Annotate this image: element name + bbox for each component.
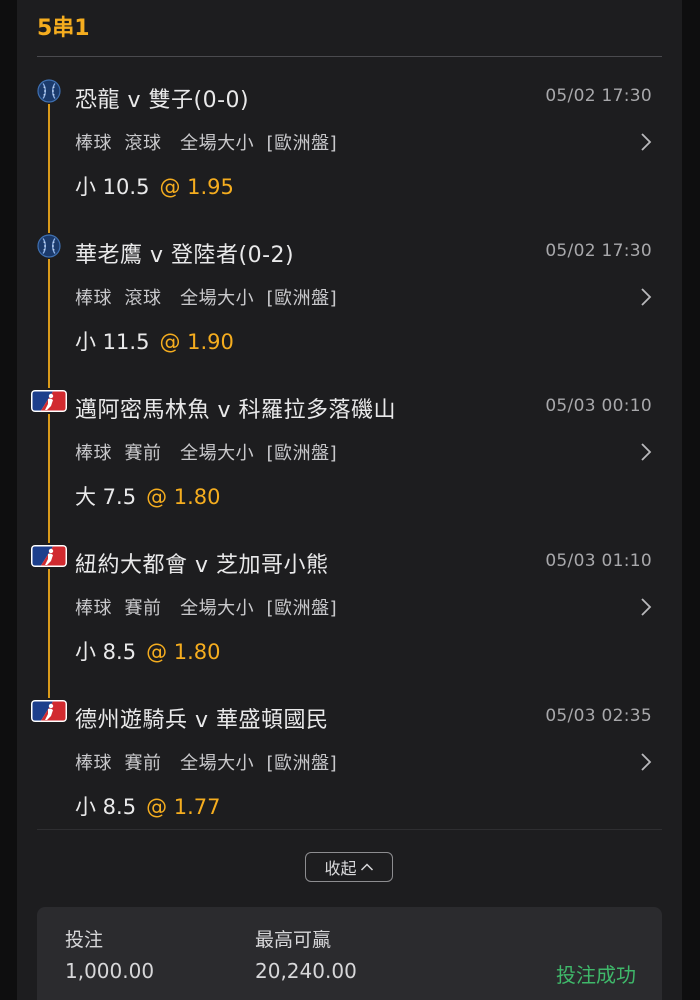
chevron-right-icon[interactable] <box>640 752 652 772</box>
selection-line: 小 11.5 <box>75 330 150 354</box>
match-teams: 恐龍 v 雙子(0-0) <box>75 88 250 113</box>
match-time: 05/02 17:30 <box>545 86 652 106</box>
market-info: 棒球 滾球 全場大小 [歐洲盤] <box>75 133 338 154</box>
selection-line: 小 8.5 <box>75 795 137 819</box>
chevron-right-icon[interactable] <box>640 132 652 152</box>
bet-selection: 大 7.5 @ 1.80 <box>75 481 221 511</box>
parlay-title: 5串1 <box>37 16 90 41</box>
market-info: 棒球 賽前 全場大小 [歐洲盤] <box>75 443 338 464</box>
max-win-label: 最高可贏 <box>255 929 332 951</box>
selection-line: 小 8.5 <box>75 640 137 664</box>
stake-label: 投注 <box>65 929 104 951</box>
selection-line: 小 10.5 <box>75 175 150 199</box>
legs-divider <box>37 829 662 830</box>
match-time: 05/03 01:10 <box>545 551 652 571</box>
bet-leg[interactable]: 恐龍 v 雙子(0-0) 05/02 17:30 棒球 滾球 全場大小 [歐洲盤… <box>17 60 682 215</box>
mlb-logo-icon <box>30 388 68 414</box>
selection-odds: @ 1.77 <box>146 795 221 819</box>
bet-summary-panel: 投注 1,000.00 最高可贏 20,240.00 投注成功 <box>37 907 662 1000</box>
selection-odds: @ 1.80 <box>146 640 221 664</box>
collapse-button[interactable]: 收起 <box>305 852 393 882</box>
max-win-value: 20,240.00 <box>255 959 357 983</box>
selection-odds: @ 1.80 <box>146 485 221 509</box>
selection-line: 大 7.5 <box>75 485 137 509</box>
market-info: 棒球 滾球 全場大小 [歐洲盤] <box>75 288 338 309</box>
chevron-right-icon[interactable] <box>640 597 652 617</box>
selection-odds: @ 1.90 <box>159 330 234 354</box>
match-teams: 紐約大都會 v 芝加哥小熊 <box>75 553 329 578</box>
chevron-up-icon <box>360 863 373 871</box>
match-teams: 德州遊騎兵 v 華盛頓國民 <box>75 708 329 733</box>
baseball-ball-icon <box>30 78 68 104</box>
baseball-ball-icon <box>30 233 68 259</box>
selection-odds: @ 1.95 <box>159 175 234 199</box>
bet-selection: 小 8.5 @ 1.80 <box>75 636 221 666</box>
chevron-right-icon[interactable] <box>640 287 652 307</box>
market-info: 棒球 賽前 全場大小 [歐洲盤] <box>75 598 338 619</box>
bet-selection: 小 10.5 @ 1.95 <box>75 171 234 201</box>
market-info: 棒球 賽前 全場大小 [歐洲盤] <box>75 753 338 774</box>
bet-selection: 小 8.5 @ 1.77 <box>75 791 221 821</box>
bet-selection: 小 11.5 @ 1.90 <box>75 326 234 356</box>
chevron-right-icon[interactable] <box>640 442 652 462</box>
mlb-logo-icon <box>30 698 68 724</box>
bet-leg[interactable]: 紐約大都會 v 芝加哥小熊 05/03 01:10 棒球 賽前 全場大小 [歐洲… <box>17 525 682 680</box>
header-divider <box>37 56 662 57</box>
bet-leg[interactable]: 邁阿密馬林魚 v 科羅拉多落磯山 05/03 00:10 棒球 賽前 全場大小 … <box>17 370 682 525</box>
collapse-label: 收起 <box>324 859 357 878</box>
match-teams: 華老鷹 v 登陸者(0-2) <box>75 243 295 268</box>
bet-leg[interactable]: 德州遊騎兵 v 華盛頓國民 05/03 02:35 棒球 賽前 全場大小 [歐洲… <box>17 680 682 835</box>
bet-status: 投注成功 <box>556 963 636 987</box>
match-time: 05/02 17:30 <box>545 241 652 261</box>
match-teams: 邁阿密馬林魚 v 科羅拉多落磯山 <box>75 398 397 423</box>
match-time: 05/03 02:35 <box>545 706 652 726</box>
parlay-bet-card: 5串1 恐龍 v 雙子(0-0) 05/02 17:30 棒球 滾球 全場大小 … <box>17 0 682 1000</box>
mlb-logo-icon <box>30 543 68 569</box>
stake-value: 1,000.00 <box>65 959 155 983</box>
bet-leg[interactable]: 華老鷹 v 登陸者(0-2) 05/02 17:30 棒球 滾球 全場大小 [歐… <box>17 215 682 370</box>
match-time: 05/03 00:10 <box>545 396 652 416</box>
